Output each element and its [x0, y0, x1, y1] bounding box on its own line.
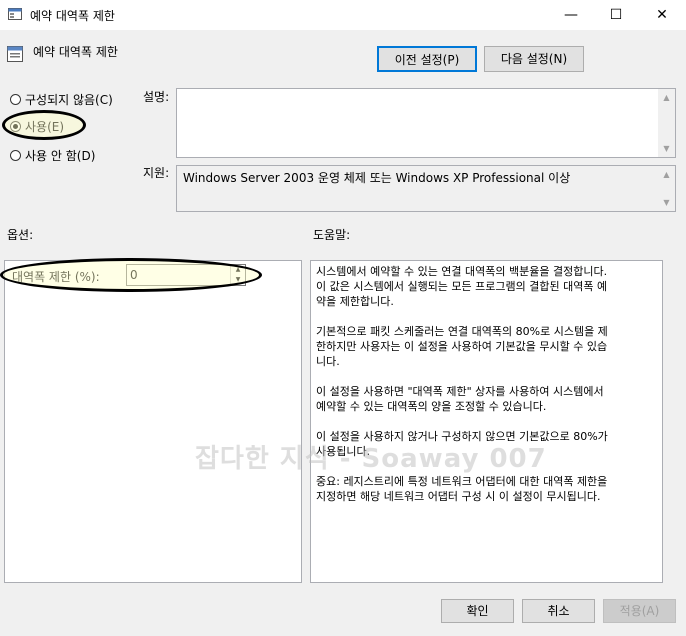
comment-scrollbar[interactable]: ▲ ▼: [658, 89, 675, 157]
minimize-button[interactable]: —: [548, 0, 594, 30]
watermark-text: 잡다한 지식 - Soaway 007: [195, 444, 547, 474]
radio-label: 사용 안 함(D): [25, 148, 96, 163]
comment-label: 설명:: [143, 90, 170, 104]
setting-title: 예약 대역폭 제한: [33, 45, 118, 59]
scroll-up-icon[interactable]: ▲: [658, 89, 675, 106]
supported-on-box: Windows Server 2003 운영 체제 또는 Windows XP …: [176, 165, 676, 212]
radio-label: 구성되지 않음(C): [25, 92, 113, 107]
previous-setting-button[interactable]: 이전 설정(P): [377, 46, 477, 72]
supported-on-text: Windows Server 2003 운영 체제 또는 Windows XP …: [183, 171, 571, 185]
radio-button[interactable]: [10, 93, 21, 105]
cancel-button[interactable]: 취소: [522, 599, 595, 623]
options-label: 옵션:: [7, 228, 34, 242]
supported-scrollbar[interactable]: ▲ ▼: [658, 166, 675, 211]
highlight-ellipse-enabled: [2, 110, 86, 140]
policy-app-icon: [8, 8, 22, 20]
radio-button[interactable]: [10, 149, 21, 161]
supported-label: 지원:: [143, 166, 170, 180]
close-button[interactable]: ✕: [639, 0, 685, 30]
window-title: 예약 대역폭 제한: [30, 9, 115, 23]
help-label: 도움말:: [313, 228, 351, 242]
scroll-down-icon[interactable]: ▼: [658, 140, 675, 157]
scroll-up-icon[interactable]: ▲: [658, 166, 675, 183]
title-bar: 예약 대역폭 제한 — ☐ ✕: [0, 0, 686, 30]
radio-disabled[interactable]: 사용 안 함(D): [10, 146, 95, 164]
comment-textarea[interactable]: ▲ ▼: [176, 88, 676, 158]
policy-setting-icon: [7, 46, 23, 62]
radio-not-configured[interactable]: 구성되지 않음(C): [10, 90, 113, 108]
scroll-down-icon[interactable]: ▼: [658, 194, 675, 211]
options-panel: [4, 260, 302, 583]
maximize-button[interactable]: ☐: [593, 0, 639, 30]
help-panel: 시스템에서 예약할 수 있는 연결 대역폭의 백분율을 결정합니다. 이 값은 …: [310, 260, 663, 583]
apply-button[interactable]: 적용(A): [603, 599, 676, 623]
ok-button[interactable]: 확인: [441, 599, 514, 623]
next-setting-button[interactable]: 다음 설정(N): [484, 46, 584, 72]
highlight-ellipse-bandwidth: [0, 258, 262, 292]
